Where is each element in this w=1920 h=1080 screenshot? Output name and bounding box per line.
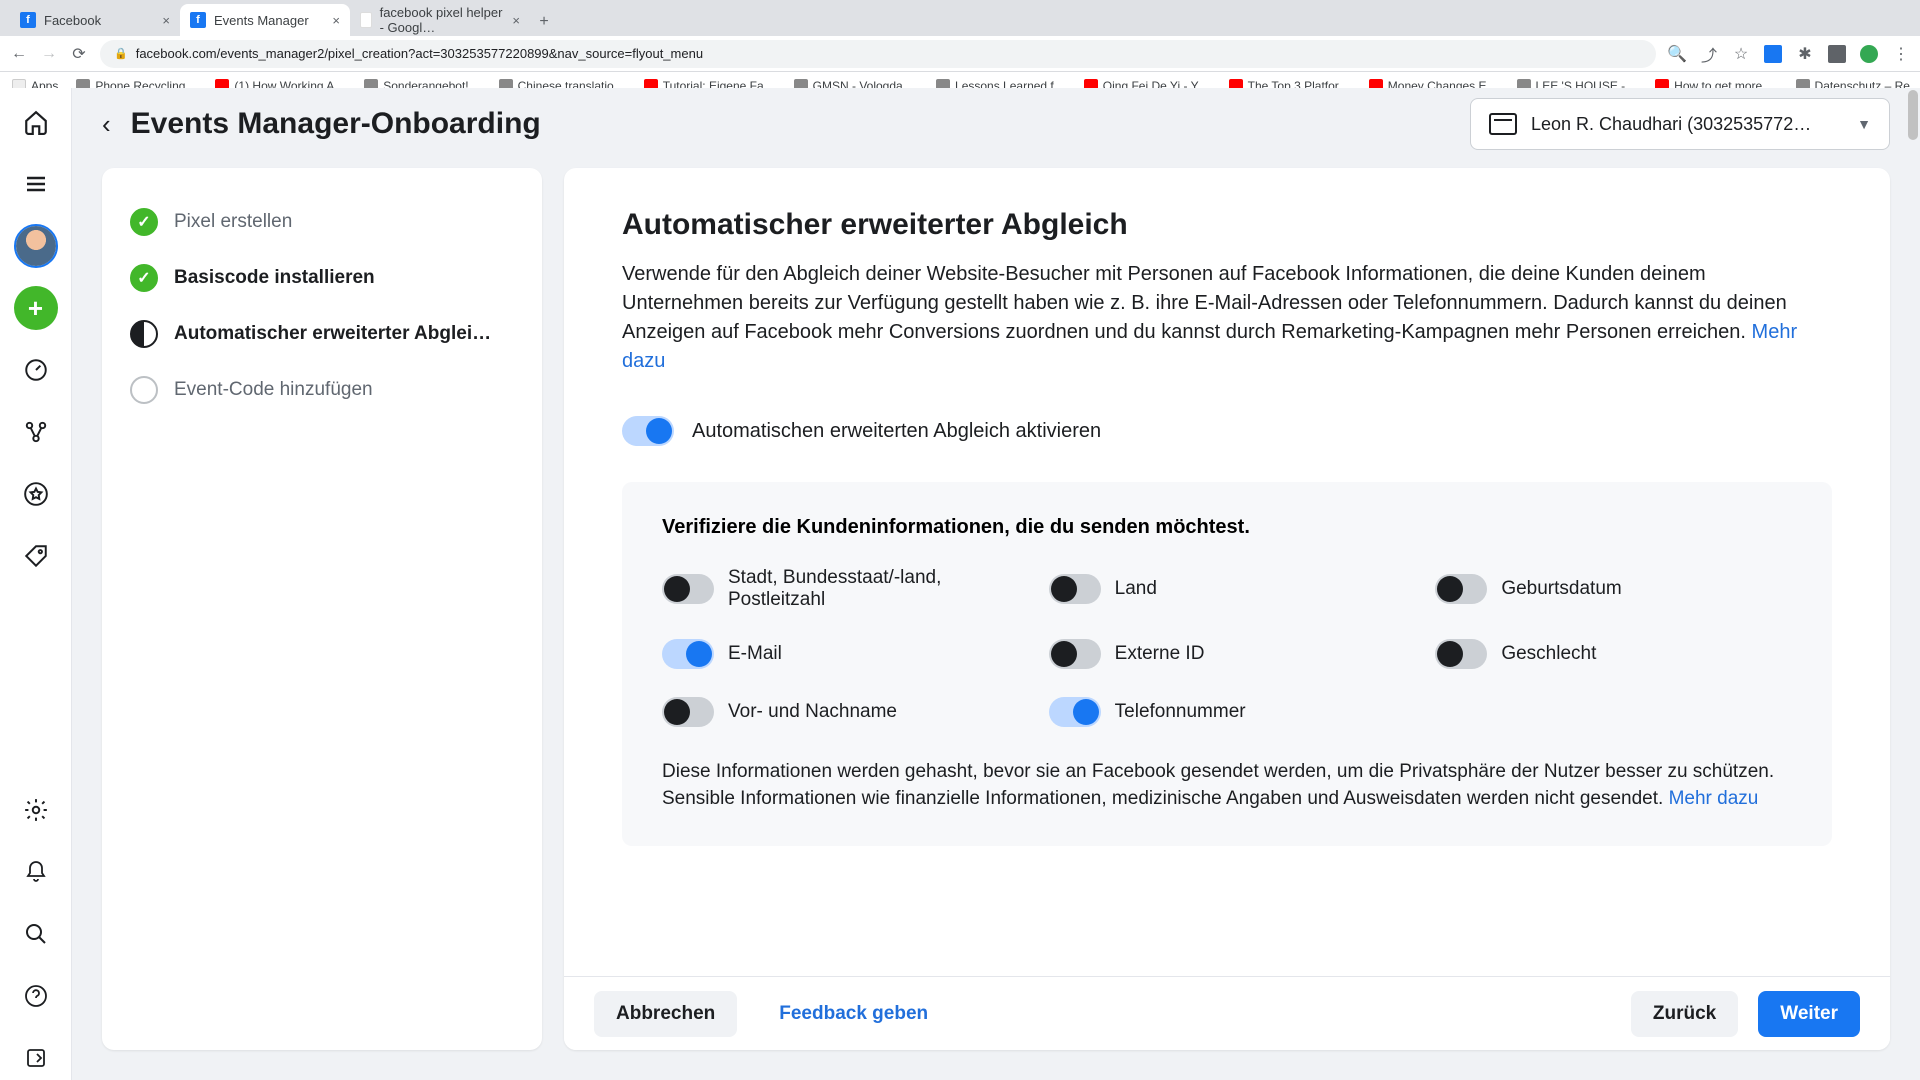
close-icon[interactable]: × [512,13,520,28]
add-button[interactable]: + [14,286,58,330]
toggle-grid: Stadt, Bundesstaat/-land, Postleitzahl L… [662,567,1792,727]
toggle-switch[interactable] [1049,639,1101,669]
toggle-switch[interactable] [1049,697,1101,727]
toggle-gender: Geschlecht [1435,639,1792,669]
share-icon[interactable]: ⤴ [1700,45,1718,63]
data-sources-icon[interactable] [14,410,58,454]
star-icon[interactable]: ☆ [1732,45,1750,63]
step-basiscode[interactable]: Basiscode installieren [130,250,514,306]
step-abgleich[interactable]: Automatischer erweiterter Abglei… [130,306,514,362]
browser-toolbar: ← → ⟳ 🔒 facebook.com/events_manager2/pix… [0,36,1920,72]
facebook-ext-icon[interactable] [1764,45,1782,63]
gauge-icon[interactable] [14,348,58,392]
account-picker[interactable]: Leon R. Chaudhari (3032535772… ▼ [1470,98,1890,150]
page-title: Events Manager-Onboarding [131,107,541,141]
menu-icon[interactable] [14,162,58,206]
customer-info-card: Verifiziere die Kundeninformationen, die… [622,482,1832,846]
tab-events-manager[interactable]: f Events Manager × [180,4,350,36]
address-bar[interactable]: 🔒 facebook.com/events_manager2/pixel_cre… [100,40,1656,68]
activate-toggle-row: Automatischen erweiterten Abgleich aktiv… [622,416,1832,446]
toggle-name: Vor- und Nachname [662,697,1019,727]
cancel-button[interactable]: Abbrechen [594,991,737,1037]
search-icon[interactable]: 🔍 [1668,45,1686,63]
toggle-city: Stadt, Bundesstaat/-land, Postleitzahl [662,567,1019,611]
activate-toggle[interactable] [622,416,674,446]
avatar[interactable] [14,224,58,268]
step-event-code[interactable]: Event-Code hinzufügen [130,362,514,418]
browser-chrome: f Facebook × f Events Manager × G facebo… [0,0,1920,88]
close-icon[interactable]: × [162,13,170,28]
toggle-phone: Telefonnummer [1049,697,1406,727]
tab-facebook[interactable]: f Facebook × [10,4,180,36]
toggle-switch[interactable] [1435,639,1487,669]
new-tab-button[interactable]: + [530,8,558,36]
scrollbar[interactable] [1908,90,1918,1078]
home-icon[interactable] [14,100,58,144]
step-pixel-erstellen[interactable]: Pixel erstellen [130,194,514,250]
chevron-down-icon: ▼ [1857,116,1871,132]
check-icon [130,264,158,292]
tab-title: facebook pixel helper - Googl… [380,5,505,35]
bell-icon[interactable] [14,850,58,894]
empty-circle-icon [130,376,158,404]
scrollbar-thumb[interactable] [1908,90,1918,140]
facebook-icon: f [20,12,36,28]
info-title: Verifiziere die Kundeninformationen, die… [662,516,1792,539]
toggle-switch[interactable] [662,697,714,727]
toggle-email: E-Mail [662,639,1019,669]
reload-icon[interactable]: ⟳ [70,45,88,63]
menu-icon[interactable]: ⋮ [1892,45,1910,63]
half-circle-icon [130,320,158,348]
activate-label: Automatischen erweiterten Abgleich aktiv… [692,420,1101,443]
url-text: facebook.com/events_manager2/pixel_creat… [136,46,703,61]
learn-more-link[interactable]: Mehr dazu [1669,788,1759,809]
gear-icon[interactable] [14,788,58,832]
back-button[interactable]: Zurück [1631,991,1738,1037]
google-icon: G [360,12,372,28]
tab-google-search[interactable]: G facebook pixel helper - Googl… × [350,4,530,36]
account-label: Leon R. Chaudhari (3032535772… [1531,114,1811,135]
toggle-switch[interactable] [662,639,714,669]
left-rail: + [0,88,72,1080]
toggle-country: Land [1049,567,1406,611]
steps-card: Pixel erstellen Basiscode installieren A… [102,168,542,1050]
check-icon [130,208,158,236]
star-icon[interactable] [14,472,58,516]
main-scroll[interactable]: Automatischer erweiterter Abgleich Verwe… [564,168,1890,976]
back-arrow-icon[interactable]: ‹ [102,109,111,140]
page-header: ‹ Events Manager-Onboarding Leon R. Chau… [72,88,1920,160]
lock-icon: 🔒 [114,47,128,60]
close-icon[interactable]: × [332,13,340,28]
tab-strip: f Facebook × f Events Manager × G facebo… [0,0,1920,36]
info-footer: Diese Informationen werden gehasht, bevo… [662,759,1792,812]
next-button[interactable]: Weiter [1758,991,1860,1037]
forward-icon[interactable]: → [40,45,58,63]
feedback-button[interactable]: Feedback geben [757,991,950,1037]
toggle-switch[interactable] [662,574,714,604]
extensions-icon[interactable]: ✱ [1796,45,1814,63]
section-title: Automatischer erweiterter Abgleich [622,208,1832,242]
tab-title: Facebook [44,13,101,28]
section-description: Verwende für den Abgleich deiner Website… [622,260,1832,376]
help-icon[interactable] [14,974,58,1018]
toggle-switch[interactable] [1049,574,1101,604]
collapse-icon[interactable] [14,1036,58,1080]
tab-title: Events Manager [214,13,309,28]
toolbar-icons: 🔍 ⤴ ☆ ✱ ⋮ [1668,45,1910,63]
profile-icon[interactable] [1860,45,1878,63]
search-icon[interactable] [14,912,58,956]
account-icon [1489,113,1517,135]
tag-icon[interactable] [14,534,58,578]
main-card: Automatischer erweiterter Abgleich Verwe… [564,168,1890,1050]
back-icon[interactable]: ← [10,45,28,63]
toggle-external-id: Externe ID [1049,639,1406,669]
toggle-birthdate: Geburtsdatum [1435,567,1792,611]
facebook-icon: f [190,12,206,28]
footer: Abbrechen Feedback geben Zurück Weiter [564,976,1890,1050]
ext-icon[interactable] [1828,45,1846,63]
toggle-switch[interactable] [1435,574,1487,604]
